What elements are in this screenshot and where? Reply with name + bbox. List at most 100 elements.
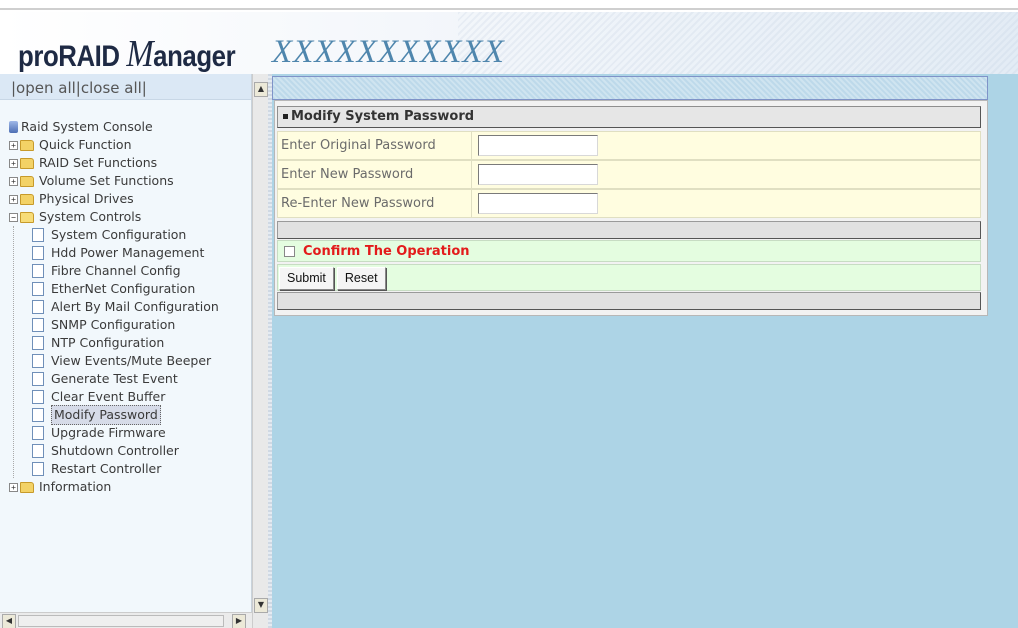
system-controls-children: System Configuration Hdd Power Managemen… — [13, 226, 251, 478]
scroll-up-icon[interactable]: ▲ — [254, 82, 268, 97]
modify-password-panel: Modify System Password Enter Original Pa… — [274, 100, 988, 316]
original-password-input[interactable] — [478, 135, 598, 156]
folder-label: Information — [39, 479, 112, 494]
tree-folder-system-controls[interactable]: − System Controls — [9, 208, 251, 226]
expand-icon[interactable]: + — [9, 140, 18, 150]
page-icon — [32, 282, 44, 296]
tree-item-upgrade-firmware[interactable]: Upgrade Firmware — [32, 424, 251, 442]
open-all-link[interactable]: |open all — [11, 79, 76, 97]
logo: proRAID Manager — [18, 32, 236, 76]
confirm-row: Confirm The Operation — [277, 240, 981, 262]
item-label: View Events/Mute Beeper — [51, 353, 212, 368]
new-password-label: Enter New Password — [278, 161, 472, 188]
expand-icon[interactable]: + — [9, 482, 18, 492]
computer-icon — [9, 121, 18, 133]
page-icon — [32, 318, 44, 332]
reenter-password-input[interactable] — [478, 193, 598, 214]
logo-text-m: M — [126, 33, 154, 75]
tree-item-alert-by-mail[interactable]: Alert By Mail Configuration — [32, 298, 251, 316]
item-label: Restart Controller — [51, 461, 162, 476]
bullet-icon — [283, 114, 288, 119]
tree-item-modify-password[interactable]: Modify Password — [32, 405, 251, 425]
scroll-left-icon[interactable]: ◀ — [2, 614, 16, 628]
page-icon — [32, 390, 44, 404]
folder-icon — [20, 193, 34, 205]
tree-folder-raid-set[interactable]: + RAID Set Functions — [9, 154, 251, 172]
scroll-thumb[interactable] — [18, 615, 224, 627]
scroll-right-icon[interactable]: ▶ — [232, 614, 246, 628]
folder-label: Physical Drives — [39, 191, 134, 206]
reenter-password-label: Re-Enter New Password — [278, 190, 472, 217]
item-label: System Configuration — [51, 227, 187, 242]
tree-controls: |open all|close all| — [0, 74, 251, 100]
folder-icon — [20, 157, 34, 169]
item-label: NTP Configuration — [51, 335, 165, 350]
tree-folder-information[interactable]: + Information — [9, 478, 251, 496]
page-icon — [32, 462, 44, 476]
tree-item-shutdown-controller[interactable]: Shutdown Controller — [32, 442, 251, 460]
bottom-separator-bar — [277, 292, 981, 310]
item-label: SNMP Configuration — [51, 317, 176, 332]
nav-horizontal-scrollbar[interactable]: ◀ ▶ — [0, 612, 252, 628]
tree-item-system-configuration[interactable]: System Configuration — [32, 226, 251, 244]
page-icon — [32, 264, 44, 278]
tree-folder-volume-set[interactable]: + Volume Set Functions — [9, 172, 251, 190]
new-password-input[interactable] — [478, 164, 598, 185]
page-icon — [32, 300, 44, 314]
item-label: Fibre Channel Config — [51, 263, 181, 278]
folder-label: System Controls — [39, 209, 142, 224]
expand-icon[interactable]: + — [9, 176, 18, 186]
separator-bar — [277, 221, 981, 239]
folder-icon — [20, 175, 34, 187]
reset-button[interactable]: Reset — [336, 267, 386, 290]
tree-item-ethernet-configuration[interactable]: EtherNet Configuration — [32, 280, 251, 298]
tree-item-snmp-configuration[interactable]: SNMP Configuration — [32, 316, 251, 334]
content-pane: Modify System Password Enter Original Pa… — [272, 74, 1018, 628]
expand-icon[interactable]: + — [9, 194, 18, 204]
controller-model: XXXXXXXXXXX — [272, 34, 505, 70]
button-row: Submit Reset — [277, 264, 981, 291]
app-header: proRAID Manager XXXXXXXXXXX — [0, 12, 1018, 76]
item-label: Clear Event Buffer — [51, 389, 166, 404]
tree-root[interactable]: Raid System Console — [9, 118, 251, 136]
page-icon — [32, 372, 44, 386]
confirm-label[interactable]: Confirm The Operation — [303, 244, 470, 259]
submit-button[interactable]: Submit — [279, 267, 334, 290]
tree-item-restart-controller[interactable]: Restart Controller — [32, 460, 251, 478]
page-icon — [32, 426, 44, 440]
expand-icon[interactable]: + — [9, 158, 18, 168]
scroll-down-icon[interactable]: ▼ — [254, 598, 268, 613]
nav-vertical-scrollbar[interactable]: ▲ ▼ — [252, 74, 268, 628]
form-row-original-password: Enter Original Password — [277, 131, 981, 160]
panel-title: Modify System Password — [277, 106, 981, 128]
tree-item-view-events[interactable]: View Events/Mute Beeper — [32, 352, 251, 370]
tree-root-label: Raid System Console — [21, 119, 153, 134]
close-all-link[interactable]: |close all| — [76, 79, 147, 97]
tree-item-ntp-configuration[interactable]: NTP Configuration — [32, 334, 251, 352]
page-icon — [32, 444, 44, 458]
tree-item-clear-event-buffer[interactable]: Clear Event Buffer — [32, 388, 251, 406]
page-icon — [32, 354, 44, 368]
top-border-line — [0, 8, 1018, 10]
tree-item-generate-test-event[interactable]: Generate Test Event — [32, 370, 251, 388]
item-label: Alert By Mail Configuration — [51, 299, 219, 314]
page-icon — [32, 246, 44, 260]
page-icon — [32, 408, 44, 422]
tree-item-hdd-power-management[interactable]: Hdd Power Management — [32, 244, 251, 262]
folder-label: Quick Function — [39, 137, 132, 152]
tree-item-fibre-channel-config[interactable]: Fibre Channel Config — [32, 262, 251, 280]
item-label: Shutdown Controller — [51, 443, 179, 458]
logo-text-post: anager — [153, 40, 236, 73]
item-label: EtherNet Configuration — [51, 281, 196, 296]
tree-folder-physical-drives[interactable]: + Physical Drives — [9, 190, 251, 208]
panel-title-text: Modify System Password — [291, 109, 475, 124]
original-password-label: Enter Original Password — [278, 132, 472, 159]
header-texture — [458, 12, 1018, 74]
logo-text-pre: proRAID — [18, 40, 127, 73]
collapse-icon[interactable]: − — [9, 212, 18, 222]
folder-label: RAID Set Functions — [39, 155, 158, 170]
confirm-checkbox[interactable] — [284, 246, 295, 257]
item-label-selected: Modify Password — [51, 405, 161, 425]
tree-folder-quick-function[interactable]: + Quick Function — [9, 136, 251, 154]
page-icon — [32, 336, 44, 350]
